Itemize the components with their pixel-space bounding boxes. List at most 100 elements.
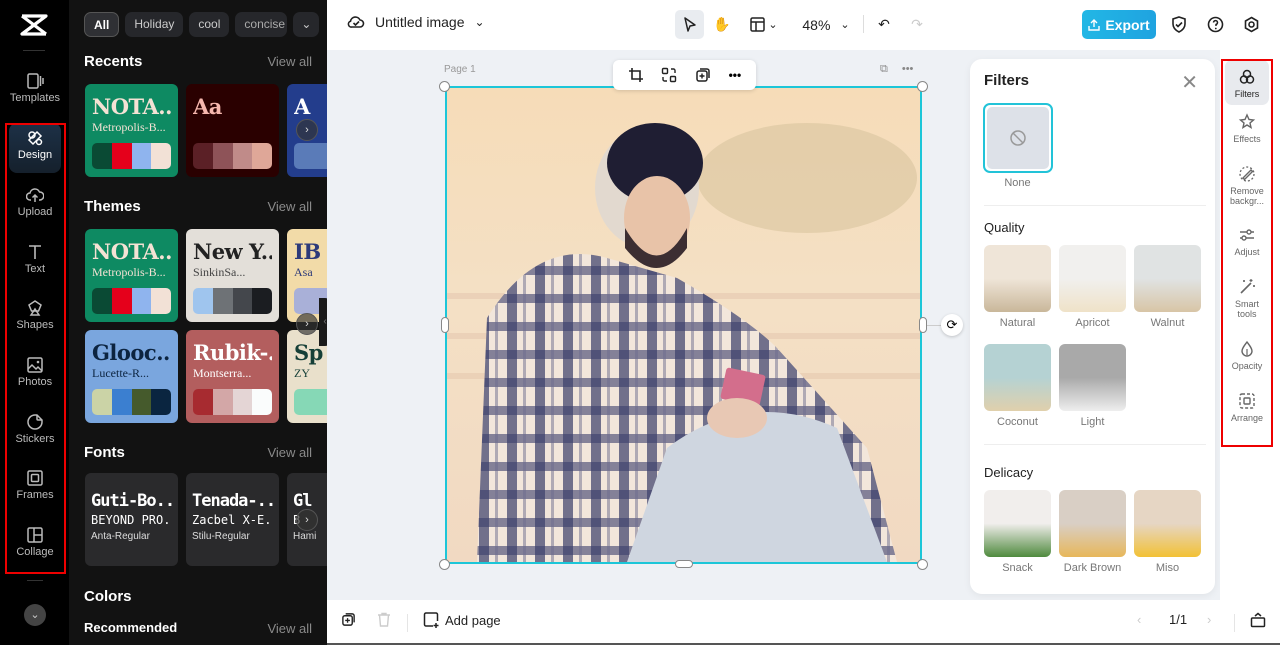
filter-light[interactable] — [1059, 344, 1126, 411]
resize-handle-right[interactable] — [919, 317, 927, 333]
pointer-icon — [683, 16, 696, 32]
page-more-icon[interactable]: ••• — [902, 63, 914, 76]
close-icon[interactable]: ✕ — [1181, 70, 1198, 95]
resize-handle-bottom[interactable] — [675, 560, 693, 568]
resize-handle-bottom-right[interactable] — [917, 559, 928, 570]
resize-handle-top-right[interactable] — [917, 81, 928, 92]
color-swatches — [92, 389, 171, 415]
fonts-title: Fonts — [84, 444, 125, 461]
selected-photo[interactable] — [445, 86, 922, 564]
card-subheading: Metropolis-B... — [92, 120, 166, 134]
font-sample-f3: Hami — [293, 531, 317, 542]
resize-handle-left[interactable] — [441, 317, 449, 333]
add-page-button[interactable]: Add page — [423, 612, 501, 628]
filter-apricot[interactable] — [1059, 245, 1126, 312]
more-options-icon[interactable]: ••• — [729, 68, 742, 82]
filter-natural[interactable] — [984, 245, 1051, 312]
document-title[interactable]: Untitled image — [375, 14, 465, 30]
crop-icon[interactable] — [628, 67, 644, 83]
resize-handle-top-left[interactable] — [439, 81, 450, 92]
recommended-title: Recommended — [84, 620, 178, 635]
filter-chip-cool[interactable]: cool — [189, 12, 230, 37]
theme-card[interactable]: Glooc... Lucette-R... — [85, 330, 178, 423]
theme-card[interactable]: New Y...SinkinSa... — [186, 229, 279, 322]
rail-item-text[interactable]: Text — [9, 237, 61, 287]
chevron-down-icon: ⌄ — [30, 609, 40, 621]
tool-remove-backgr[interactable]: Remove backgr... — [1225, 165, 1269, 206]
card-heading: NOTA... — [92, 239, 171, 264]
filter-chip-concise[interactable]: concise — [235, 12, 288, 37]
page-overview-button[interactable] — [1250, 612, 1266, 628]
rail-item-upload[interactable]: Upload — [9, 180, 61, 230]
tool-adjust[interactable]: Adjust — [1225, 226, 1269, 257]
fonts-view-all-link[interactable]: View all — [267, 445, 312, 460]
chevron-right-icon: › — [1207, 612, 1212, 627]
recent-card[interactable]: NOTA... Metropolis-B... — [85, 84, 178, 177]
select-tool-button[interactable] — [675, 10, 704, 39]
prev-page-button[interactable]: ‹ — [1137, 612, 1141, 627]
rail-item-photos[interactable]: Photos — [9, 350, 61, 400]
shield-button[interactable] — [1168, 10, 1190, 39]
chevron-down-icon: ⌄ — [301, 17, 312, 31]
rail-item-collage[interactable]: Collage — [9, 520, 61, 570]
font-sample-f3: Anta-Regular — [91, 531, 150, 542]
redo-button[interactable]: ↷ — [906, 10, 928, 39]
filter-chip-all[interactable]: All — [84, 12, 120, 37]
delete-page-button[interactable] — [377, 612, 391, 627]
themes-scroll-right-button[interactable]: › — [296, 313, 318, 335]
tool-filters[interactable]: Filters — [1225, 60, 1269, 105]
filter-snack[interactable] — [984, 490, 1051, 557]
tool-label: Smart tools — [1234, 299, 1259, 319]
tool-opacity[interactable]: Opacity — [1225, 340, 1269, 371]
tool-smart-tools[interactable]: Smart tools — [1225, 278, 1269, 319]
divider — [1234, 614, 1235, 632]
rail-item-templates[interactable]: Templates — [9, 66, 61, 116]
rail-item-design[interactable]: Design — [9, 123, 61, 173]
recents-view-all-link[interactable]: View all — [267, 54, 312, 69]
filter-none[interactable] — [983, 103, 1053, 173]
tool-arrange[interactable]: Arrange — [1225, 392, 1269, 423]
recents-scroll-right-button[interactable]: › — [296, 119, 318, 141]
filter-miso[interactable] — [1134, 490, 1201, 557]
undo-button[interactable]: ↶ — [873, 10, 895, 39]
help-button[interactable] — [1204, 10, 1226, 39]
filter-chip-holiday[interactable]: Holiday — [125, 12, 184, 37]
title-dropdown-chevron-icon[interactable]: ⌄ — [475, 15, 485, 29]
theme-card[interactable]: Rubik-...Montserra... — [186, 330, 279, 423]
swatch — [92, 143, 112, 169]
layout-menu-button[interactable]: ⌄ — [745, 10, 783, 39]
hand-tool-button[interactable]: ✋ — [709, 10, 735, 39]
duplicate-icon[interactable] — [695, 67, 711, 83]
capcut-logo-icon[interactable] — [19, 13, 49, 37]
tool-effects[interactable]: Effects — [1225, 113, 1269, 144]
zoom-dropdown[interactable]: 48% ⌄ — [797, 10, 855, 39]
chips-more-button[interactable]: ⌄ — [293, 12, 320, 37]
rail-item-shapes[interactable]: Shapes — [9, 293, 61, 343]
rail-item-frames[interactable]: Frames — [9, 463, 61, 513]
color-swatches — [193, 288, 272, 314]
fonts-scroll-right-button[interactable]: › — [296, 509, 318, 531]
text-icon — [29, 245, 41, 259]
filter-coconut[interactable] — [984, 344, 1051, 411]
duplicate-page-button[interactable] — [341, 612, 356, 627]
page-duplicate-icon[interactable]: ⧉ — [880, 63, 888, 76]
themes-view-all-link[interactable]: View all — [267, 199, 312, 214]
recent-card[interactable]: Aa — [186, 84, 279, 177]
swatch — [252, 288, 272, 314]
replace-icon[interactable] — [661, 67, 677, 83]
theme-card[interactable]: NOTA... Metropolis-B... — [85, 229, 178, 322]
export-button[interactable]: Export — [1082, 10, 1156, 39]
filter-dark-brown[interactable] — [1059, 490, 1126, 557]
colors-view-all-link[interactable]: View all — [267, 621, 312, 636]
quality-section-title: Quality — [984, 220, 1025, 235]
font-card[interactable]: Tenada-... Zacbel X-E... Stilu-Regular — [186, 473, 279, 566]
filter-walnut[interactable] — [1134, 245, 1201, 312]
resize-handle-bottom-left[interactable] — [439, 559, 450, 570]
rail-item-stickers[interactable]: Stickers — [9, 407, 61, 457]
settings-button[interactable] — [1240, 10, 1262, 39]
rail-expand-button[interactable]: ⌄ — [24, 604, 46, 626]
next-page-button[interactable]: › — [1207, 612, 1211, 627]
tool-label: Adjust — [1234, 247, 1260, 257]
rotate-button[interactable]: ⟳ — [941, 314, 963, 336]
font-card[interactable]: Guti-Bo... BEYOND PRO... Anta-Regular — [85, 473, 178, 566]
